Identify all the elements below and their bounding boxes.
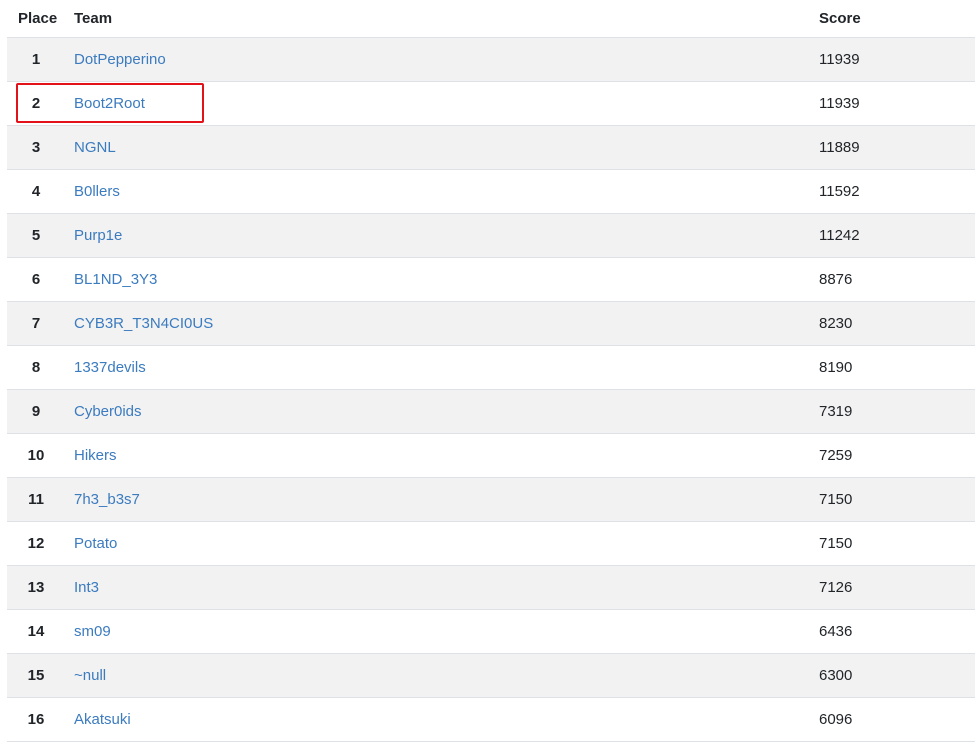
score-cell: 8190 [819,359,853,376]
table-row: 2 Boot2Root 11939 [7,82,975,126]
team-link[interactable]: 1337devils [74,359,146,376]
table-row: 1 DotPepperino 11939 [7,38,975,82]
place-cell: 5 [31,227,41,244]
score-column-header: Score [819,10,861,27]
score-cell: 7150 [819,535,853,552]
table-header: Place Team Score [7,0,975,38]
team-column-header: Team [74,10,113,27]
team-link[interactable]: Boot2Root [74,95,145,112]
team-link[interactable]: BL1ND_3Y3 [74,271,157,288]
score-cell: 11939 [819,51,860,68]
score-cell: 8230 [819,315,853,332]
score-cell: 7150 [819,491,853,508]
team-link[interactable]: B0llers [74,183,120,200]
place-cell: 3 [31,139,41,156]
score-cell: 7319 [819,403,853,420]
team-cell: Purp1e [65,227,817,244]
score-cell: 11592 [819,183,860,200]
place-cell: 9 [31,403,41,420]
table-row: 15 ~null 6300 [7,654,975,698]
place-cell: 11 [28,491,44,508]
place-cell: 10 [27,447,45,464]
score-cell: 11889 [819,139,860,156]
team-cell: ~null [65,667,817,684]
team-link[interactable]: Akatsuki [74,711,131,728]
team-link[interactable]: 7h3_b3s7 [74,491,140,508]
place-cell: 8 [31,359,41,376]
table-row: 14 sm09 6436 [7,610,975,654]
place-cell: 1 [31,51,41,68]
team-link[interactable]: DotPepperino [74,51,166,68]
team-cell: sm09 [65,623,817,640]
place-cell: 16 [27,711,45,728]
place-cell: 12 [27,535,45,552]
table-row: 4 B0llers 11592 [7,170,975,214]
score-cell: 7259 [819,447,853,464]
score-cell: 6096 [819,711,853,728]
team-cell: Hikers [65,447,817,464]
table-row: 10 Hikers 7259 [7,434,975,478]
team-link[interactable]: CYB3R_T3N4CI0US [74,315,213,332]
team-cell: 1337devils [65,359,817,376]
team-link[interactable]: Hikers [74,447,117,464]
table-row: 3 NGNL 11889 [7,126,975,170]
team-cell: Int3 [65,579,817,596]
team-link[interactable]: ~null [74,667,106,684]
score-cell: 6436 [819,623,853,640]
place-column-header: Place [18,10,58,27]
score-cell: 7126 [819,579,853,596]
team-cell: B0llers [65,183,817,200]
team-cell: Potato [65,535,817,552]
place-cell: 7 [31,315,41,332]
table-row: 9 Cyber0ids 7319 [7,390,975,434]
team-link[interactable]: Potato [74,535,117,552]
table-row: 8 1337devils 8190 [7,346,975,390]
team-cell: CYB3R_T3N4CI0US [65,315,817,332]
place-cell: 13 [27,579,45,596]
team-link[interactable]: Cyber0ids [74,403,142,420]
scoreboard-table: Place Team Score 1 DotPepperino 11939 2 Boot… [7,0,975,742]
team-cell: DotPepperino [65,51,817,68]
place-cell: 2 [31,95,41,112]
place-cell: 4 [31,183,41,200]
place-cell: 6 [31,271,41,288]
team-link[interactable]: Purp1e [74,227,122,244]
table-row: 7 CYB3R_T3N4CI0US 8230 [7,302,975,346]
team-link[interactable]: sm09 [74,623,111,640]
table-row: 11 7h3_b3s7 7150 [7,478,975,522]
team-link[interactable]: NGNL [74,139,116,156]
table-body: 1 DotPepperino 11939 2 Boot2Root 11939 3 NGNL 11… [7,38,975,742]
table-row: 12 Potato 7150 [7,522,975,566]
table-row: 6 BL1ND_3Y3 8876 [7,258,975,302]
place-cell: 15 [27,667,45,684]
team-cell: Cyber0ids [65,403,817,420]
score-cell: 6300 [819,667,853,684]
team-cell: BL1ND_3Y3 [65,271,817,288]
team-link[interactable]: Int3 [74,579,99,596]
table-row: 16 Akatsuki 6096 [7,698,975,742]
table-row: 13 Int3 7126 [7,566,975,610]
team-cell: Akatsuki [65,711,817,728]
team-cell: Boot2Root [65,95,817,112]
score-cell: 11939 [819,95,860,112]
team-cell: NGNL [65,139,817,156]
score-cell: 8876 [819,271,853,288]
score-cell: 11242 [819,227,860,244]
team-cell: 7h3_b3s7 [65,491,817,508]
place-cell: 14 [27,623,45,640]
table-row: 5 Purp1e 11242 [7,214,975,258]
